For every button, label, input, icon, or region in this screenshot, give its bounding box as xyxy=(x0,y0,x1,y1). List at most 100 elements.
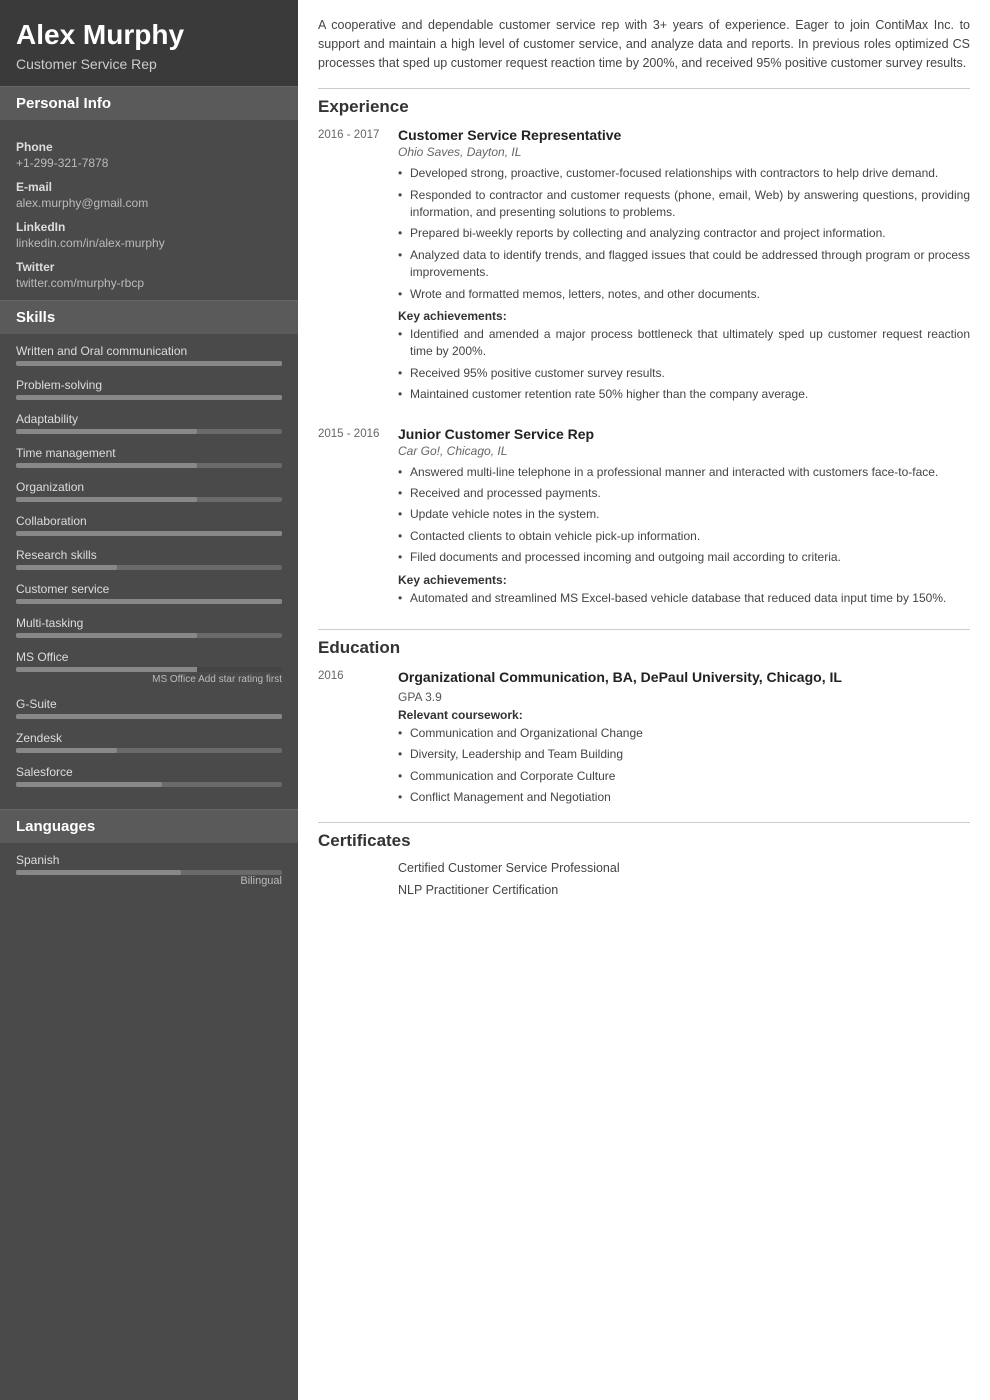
experience-entry: 2016 - 2017Customer Service Representati… xyxy=(318,127,970,407)
language-level: Bilingual xyxy=(16,875,282,887)
phone-value: +1-299-321-7878 xyxy=(16,156,282,170)
coursework-item: Diversity, Leadership and Team Building xyxy=(398,746,970,763)
key-achievements-label: Key achievements: xyxy=(398,573,970,587)
bullet-item: Answered multi-line telephone in a profe… xyxy=(398,464,970,481)
skill-bar-bg xyxy=(16,497,282,502)
skill-name: Collaboration xyxy=(16,514,282,528)
bullet-item: Developed strong, proactive, customer-fo… xyxy=(398,165,970,182)
achievement-bullets: Identified and amended a major process b… xyxy=(398,326,970,404)
skill-bar-fill xyxy=(16,531,282,536)
skill-bar-bg xyxy=(16,782,282,787)
skill-name: Time management xyxy=(16,446,282,460)
certificate-entry: NLP Practitioner Certification xyxy=(318,883,970,897)
personal-info-header: Personal Info xyxy=(0,86,298,120)
bullet-item: Received and processed payments. xyxy=(398,485,970,502)
skill-bar-bg xyxy=(16,361,282,366)
achievement-bullets: Automated and streamlined MS Excel-based… xyxy=(398,590,970,607)
skill-item: Collaboration xyxy=(16,514,282,536)
bullet-item: Responded to contractor and customer req… xyxy=(398,187,970,222)
edu-gpa: GPA 3.9 xyxy=(398,690,970,704)
bullet-item: Wrote and formatted memos, letters, note… xyxy=(398,286,970,303)
ms-office-warning: MS Office Add star rating first xyxy=(16,674,282,685)
coursework-list: Communication and Organizational ChangeD… xyxy=(398,725,970,807)
skill-bar-bg xyxy=(16,633,282,638)
summary: A cooperative and dependable customer se… xyxy=(318,16,970,72)
education-list: 2016Organizational Communication, BA, De… xyxy=(318,668,970,810)
skill-name: Zendesk xyxy=(16,731,282,745)
skill-item: Organization xyxy=(16,480,282,502)
experience-list: 2016 - 2017Customer Service Representati… xyxy=(318,127,970,611)
skill-item: Research skills xyxy=(16,548,282,570)
sidebar-header: Alex Murphy Customer Service Rep xyxy=(0,0,298,86)
skill-bar-bg xyxy=(16,429,282,434)
certificates-list: Certified Customer Service Professional N… xyxy=(318,861,970,897)
skill-bar-bg xyxy=(16,565,282,570)
skill-item: Customer service xyxy=(16,582,282,604)
skill-bar-bg xyxy=(16,463,282,468)
entry-job-title: Junior Customer Service Rep xyxy=(398,426,970,442)
education-entry: 2016Organizational Communication, BA, De… xyxy=(318,668,970,810)
edu-year: 2016 xyxy=(318,668,398,810)
skill-name: G-Suite xyxy=(16,697,282,711)
skill-bar-bg xyxy=(16,714,282,719)
achievement-item: Received 95% positive customer survey re… xyxy=(398,365,970,382)
twitter-value: twitter.com/murphy-rbcp xyxy=(16,276,282,290)
skills-content: Written and Oral communication Problem-so… xyxy=(0,334,298,809)
skill-bar-bg xyxy=(16,748,282,753)
entry-company: Car Go!, Chicago, IL xyxy=(398,444,970,458)
skill-name: Customer service xyxy=(16,582,282,596)
skill-name: Adaptability xyxy=(16,412,282,426)
skill-item: Multi-tasking xyxy=(16,616,282,638)
entry-body: Junior Customer Service Rep Car Go!, Chic… xyxy=(398,426,970,611)
languages-content: SpanishBilingual xyxy=(0,843,298,909)
coursework-item: Conflict Management and Negotiation xyxy=(398,789,970,806)
language-item: SpanishBilingual xyxy=(16,853,282,887)
certificate-name: NLP Practitioner Certification xyxy=(398,883,558,897)
certificate-name: Certified Customer Service Professional xyxy=(398,861,620,875)
skill-item: Written and Oral communication xyxy=(16,344,282,366)
email-value: alex.murphy@gmail.com xyxy=(16,196,282,210)
skill-bar-fill xyxy=(16,714,282,719)
linkedin-label: LinkedIn xyxy=(16,220,282,234)
experience-entry: 2015 - 2016Junior Customer Service Rep Ca… xyxy=(318,426,970,611)
edu-degree: Organizational Communication, BA, DePaul… xyxy=(398,668,970,687)
skill-bar-fill xyxy=(16,497,197,502)
entry-dates: 2015 - 2016 xyxy=(318,426,398,611)
personal-info-content: Phone +1-299-321-7878 E-mail alex.murphy… xyxy=(0,120,298,300)
entry-job-title: Customer Service Representative xyxy=(398,127,970,143)
entry-company: Ohio Saves, Dayton, IL xyxy=(398,145,970,159)
phone-label: Phone xyxy=(16,140,282,154)
edu-body: Organizational Communication, BA, DePaul… xyxy=(398,668,970,810)
achievement-item: Automated and streamlined MS Excel-based… xyxy=(398,590,970,607)
skill-item: Salesforce xyxy=(16,765,282,787)
skill-item: Time management xyxy=(16,446,282,468)
experience-divider xyxy=(318,88,970,89)
skill-bar-fill xyxy=(16,782,162,787)
skills-header: Skills xyxy=(0,300,298,334)
skill-item: Problem-solving xyxy=(16,378,282,400)
skill-item: Adaptability xyxy=(16,412,282,434)
skill-bar-fill xyxy=(16,395,282,400)
sidebar: Alex Murphy Customer Service Rep Persona… xyxy=(0,0,298,1400)
linkedin-value: linkedin.com/in/alex-murphy xyxy=(16,236,282,250)
skill-bar-fill xyxy=(16,748,117,753)
coursework-item: Communication and Corporate Culture xyxy=(398,768,970,785)
skill-item: G-Suite xyxy=(16,697,282,719)
skill-bar-fill xyxy=(16,599,282,604)
bullet-item: Analyzed data to identify trends, and fl… xyxy=(398,247,970,282)
certificate-entry: Certified Customer Service Professional xyxy=(318,861,970,875)
achievement-item: Maintained customer retention rate 50% h… xyxy=(398,386,970,403)
entry-bullets: Answered multi-line telephone in a profe… xyxy=(398,464,970,567)
bullet-item: Update vehicle notes in the system. xyxy=(398,506,970,523)
skill-bar-fill xyxy=(16,361,282,366)
skill-bar xyxy=(16,667,282,672)
skill-name: Written and Oral communication xyxy=(16,344,282,358)
entry-body: Customer Service Representative Ohio Save… xyxy=(398,127,970,407)
entry-dates: 2016 - 2017 xyxy=(318,127,398,407)
skill-name: MS Office xyxy=(16,650,282,664)
skill-name: Salesforce xyxy=(16,765,282,779)
achievement-item: Identified and amended a major process b… xyxy=(398,326,970,361)
experience-section-title: Experience xyxy=(318,97,970,117)
key-achievements-label: Key achievements: xyxy=(398,309,970,323)
skill-bar-bg xyxy=(16,395,282,400)
